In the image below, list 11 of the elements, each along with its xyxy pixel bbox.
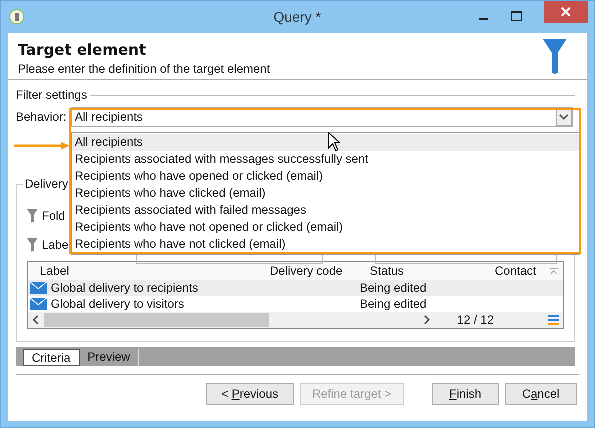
behavior-label: Behavior: — [16, 110, 68, 124]
page-subtitle: Please enter the definition of the target element — [18, 62, 270, 76]
group-legend: Filter settings — [16, 88, 88, 102]
window-title: Query * — [274, 9, 322, 25]
table-cell: Global delivery to visitors — [51, 297, 184, 311]
page-title: Target element — [18, 41, 148, 59]
group-legend: Delivery — [23, 177, 70, 191]
record-count: 12 / 12 — [457, 313, 494, 327]
table-cell: Being edited — [360, 297, 427, 311]
table-cell: Global delivery to recipients — [51, 281, 198, 295]
table-cell: Being edited — [360, 281, 427, 295]
